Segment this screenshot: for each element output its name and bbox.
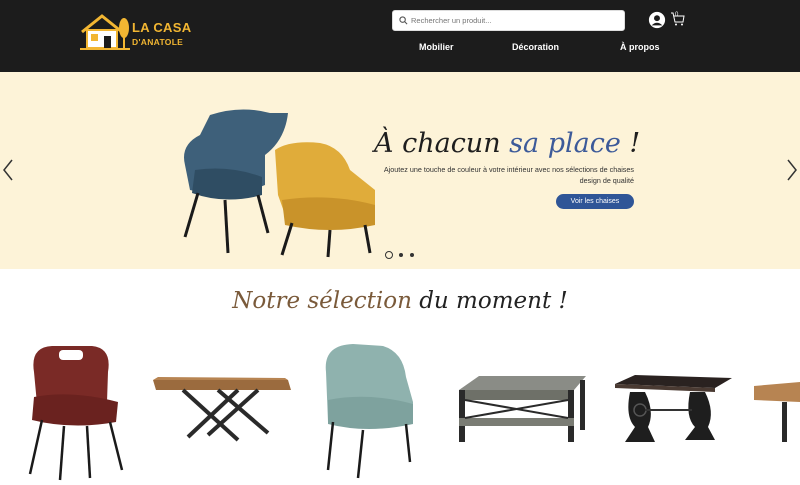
slide-dot-1[interactable] [385, 251, 393, 259]
product-teal-chair[interactable] [318, 342, 418, 482]
hero-title-part1: À chacun [374, 128, 510, 159]
hero-chairs-image [183, 109, 375, 258]
hero-subtitle: Ajoutez une touche de couleur à votre in… [383, 165, 634, 185]
product-partial-table[interactable] [752, 380, 800, 450]
logo-line2: D'ANATOLE [132, 37, 184, 47]
selection-title-accent: Notre sélection [232, 288, 412, 314]
chevron-left-icon[interactable] [2, 158, 14, 182]
site-header: LA CASA D'ANATOLE 0 Mobilier Décoration … [0, 0, 800, 72]
product-coffee-table[interactable] [454, 372, 589, 447]
hero-title-accent: sa place [509, 128, 621, 159]
hero-title: À chacun sa place ! [374, 128, 640, 159]
selection-title: Notre sélection du moment ! [0, 288, 800, 314]
search-input[interactable] [411, 12, 621, 29]
nav-decoration[interactable]: Décoration [512, 42, 559, 52]
selection-title-rest: du moment ! [411, 288, 568, 314]
slide-dot-3[interactable] [410, 253, 414, 257]
view-chairs-button[interactable]: Voir les chaises [556, 194, 634, 209]
nav-mobilier[interactable]: Mobilier [419, 42, 454, 52]
product-red-chair[interactable] [22, 342, 127, 482]
cart-count: 0 [675, 12, 679, 18]
slide-dot-2[interactable] [399, 253, 403, 257]
nav-a-propos[interactable]: À propos [620, 42, 660, 52]
chevron-right-icon[interactable] [786, 158, 798, 182]
product-industrial-table[interactable] [610, 372, 735, 452]
product-wood-table[interactable] [148, 375, 293, 445]
logo-house-icon[interactable] [80, 12, 130, 52]
search-box[interactable] [392, 10, 625, 31]
user-icon[interactable] [648, 11, 666, 29]
logo-line1: LA CASA [132, 20, 192, 35]
hero-title-part2: ! [620, 128, 641, 159]
search-icon [399, 16, 408, 25]
